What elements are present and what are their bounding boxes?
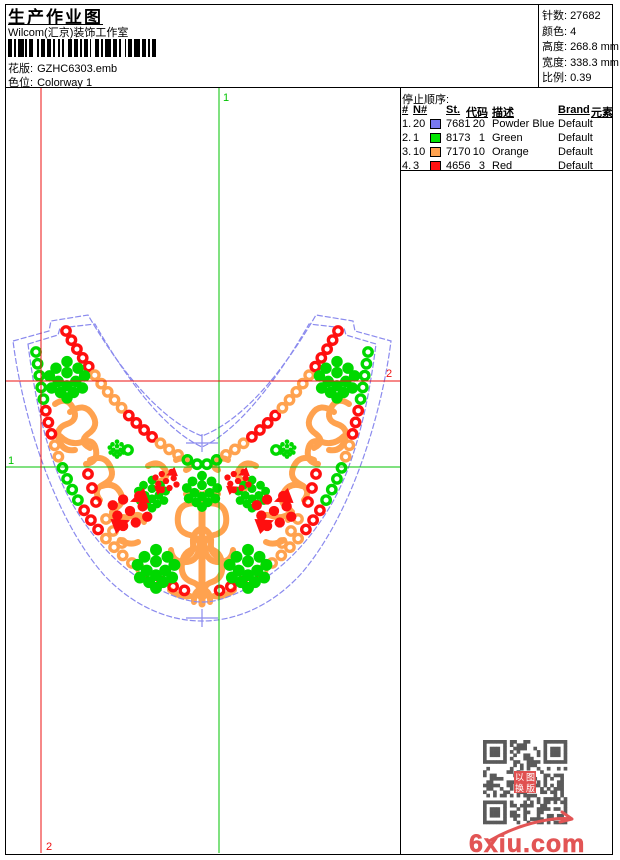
sequin-ring — [78, 504, 91, 517]
sequin-ring — [320, 494, 332, 506]
sequin-ring — [92, 523, 105, 536]
sequin-ring — [303, 369, 316, 382]
sequin-ring — [37, 393, 50, 405]
sequin-ring — [343, 439, 356, 452]
sequin-ring — [253, 424, 266, 436]
sequin-ring — [61, 472, 73, 485]
sequin-ring — [86, 482, 98, 494]
sequin-ring — [224, 580, 237, 593]
sequin-ring — [167, 580, 180, 593]
marker-label: 2 — [46, 841, 52, 853]
sequin-ring — [48, 439, 61, 452]
sequin-ring — [100, 532, 112, 545]
sequin-ring — [219, 448, 232, 461]
sequin-ring — [313, 504, 326, 517]
sequin-ring — [82, 360, 95, 373]
sequin-ring — [237, 437, 250, 450]
sequin-ring — [346, 427, 359, 440]
sequin-ring — [306, 482, 318, 494]
stamp-character: 图 — [526, 773, 535, 783]
sequin-ring — [42, 416, 55, 429]
sequin-ring — [71, 343, 83, 355]
sequin-ring — [39, 404, 52, 417]
sequin-ring — [101, 385, 114, 398]
sequin-ring — [356, 381, 369, 394]
sequin-ring — [360, 357, 373, 370]
sequin-ring — [339, 450, 352, 463]
sequin-ring — [116, 549, 129, 562]
sequin-ring — [315, 351, 328, 364]
sequin-ring — [60, 325, 72, 337]
sequin-ring — [115, 401, 128, 414]
sequin-ring — [307, 514, 319, 526]
sequin-ring — [326, 334, 339, 346]
sequin-ring — [335, 461, 348, 474]
marker-label: 1 — [223, 92, 229, 104]
sequin-ring — [146, 430, 159, 443]
qr-stamp: 以换图版 — [514, 771, 536, 794]
marker-label: 1 — [8, 455, 14, 467]
sequin-ring — [85, 514, 97, 526]
sequin-ring — [261, 416, 274, 429]
sequin-ring — [283, 393, 296, 406]
marker-label: 2 — [386, 368, 392, 380]
sequin-ring — [269, 409, 282, 422]
sequin-ring — [65, 334, 78, 346]
sequin-ring — [358, 369, 371, 382]
green-cluster — [107, 439, 127, 459]
sequin-ring — [299, 523, 312, 536]
sequin-ring — [33, 369, 46, 382]
sequin-ring — [330, 472, 343, 485]
sequin-ring — [321, 343, 333, 355]
watermark-text: 6xiu.com — [469, 830, 585, 858]
green-cluster — [277, 439, 297, 459]
sequin-ring — [130, 416, 143, 429]
sequin-ring — [332, 325, 344, 337]
sequin-ring — [276, 401, 289, 414]
sequin-ring — [72, 494, 84, 506]
sequin-ring — [325, 483, 338, 496]
sequin-ring — [275, 549, 288, 562]
sequin-ring — [310, 468, 322, 480]
stamp-character: 版 — [526, 783, 535, 794]
sequin-ring — [82, 468, 94, 480]
sequin-ring — [100, 513, 112, 525]
sequin-ring — [290, 385, 303, 398]
sequin-ring — [122, 409, 135, 422]
sequin-ring — [352, 404, 365, 417]
sequin-ring — [228, 443, 241, 456]
design-canvas: 1 1 2 2 以换图版 6xiu.com — [6, 88, 585, 858]
sequin-ring — [354, 393, 367, 405]
sequin-ring — [178, 584, 191, 597]
sequin-ring — [309, 360, 322, 373]
sequin-ring — [108, 393, 121, 406]
sequin-ring — [292, 532, 304, 545]
sequin-ring — [45, 427, 58, 440]
sequin-ring — [154, 437, 167, 450]
sequin-ring — [245, 430, 258, 443]
sequin-ring — [213, 584, 226, 597]
sequin-ring — [56, 461, 69, 474]
sequin-ring — [66, 483, 79, 496]
sequin-ring — [138, 424, 151, 436]
production-worksheet: { "header": { "title": "生产作业图", "company… — [0, 0, 620, 860]
sequin-ring — [90, 496, 102, 508]
sequin-ring — [172, 448, 185, 461]
sequin-ring — [76, 351, 89, 364]
sequin-ring — [52, 450, 65, 463]
sequin-ring — [349, 416, 362, 429]
sequin-ring — [88, 369, 101, 382]
stamp-character: 以 — [515, 773, 524, 783]
stamp-character: 换 — [515, 783, 524, 794]
sequin-ring — [30, 346, 42, 358]
sequin-ring — [285, 525, 297, 537]
sequin-ring — [302, 496, 314, 508]
sequin-ring — [163, 443, 176, 456]
sequin-ring — [362, 346, 374, 358]
